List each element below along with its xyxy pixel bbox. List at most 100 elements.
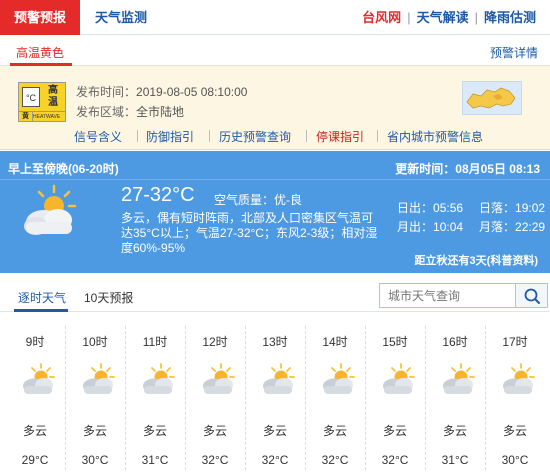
partly-cloudy-icon xyxy=(14,182,82,242)
warning-area-map-icon[interactable] xyxy=(462,81,522,115)
sunrise-value: 05:56 xyxy=(433,201,464,215)
hourly-item: 15时 多云 32°C xyxy=(365,322,425,473)
warning-icon-text: 高 温 xyxy=(43,85,63,109)
hour-weather: 多云 xyxy=(442,424,467,438)
hour-temperature: 32°C xyxy=(201,453,229,467)
partly-cloudy-icon xyxy=(377,362,417,398)
tab-ten-day[interactable]: 10天预报 xyxy=(84,289,133,306)
defense-guide-link[interactable]: 防御指引 xyxy=(146,128,194,145)
weather-analysis-link[interactable]: 天气解读 xyxy=(411,0,475,35)
partly-cloudy-icon xyxy=(197,362,237,398)
warning-detail-link[interactable]: 预警详情 xyxy=(490,44,538,61)
hourly-item: 10时多云 30°C xyxy=(65,322,125,473)
class-suspension-link[interactable]: 停课指引 xyxy=(316,128,364,145)
city-weather-search-input[interactable] xyxy=(379,283,516,308)
partly-cloudy-icon xyxy=(257,362,297,398)
warning-tab-title[interactable]: 高温黄色 xyxy=(16,44,64,61)
rainfall-estimate-link[interactable]: 降雨估测 xyxy=(478,0,542,35)
hour-temperature: 32°C xyxy=(321,453,349,467)
hour-temperature: 30°C xyxy=(501,453,529,467)
hourly-item: 12时多云 32°C xyxy=(185,322,245,473)
hour-time: 16时 xyxy=(442,335,468,349)
partly-cloudy-icon xyxy=(137,362,177,398)
warning-links: 信号含义 防御指引 历史预警查询 停课指引 省内城市预警信息 xyxy=(0,128,550,148)
hour-temperature: 31°C xyxy=(441,453,469,467)
solar-term-countdown-link[interactable]: 距立秋还有3天(科普资料) xyxy=(415,252,538,268)
search-icon xyxy=(524,288,540,304)
hourly-item: 16时多云 31°C xyxy=(425,322,485,473)
hour-time: 12时 xyxy=(202,335,228,349)
current-weather-panel: 早上至傍晚(06-20时) 更新时间：08月05日 08:13 27-32°C … xyxy=(0,151,550,273)
divider xyxy=(209,130,210,142)
warning-icon-char: 高 xyxy=(48,85,58,96)
publish-area-value: 全市陆地 xyxy=(136,105,185,119)
tab-weather-monitor[interactable]: 天气监测 xyxy=(95,0,147,35)
warning-icon-char: 温 xyxy=(48,97,58,108)
partly-cloudy-icon xyxy=(17,362,57,398)
active-tab-underline xyxy=(14,309,68,312)
hour-time: 14时 xyxy=(322,335,348,349)
partly-cloudy-icon xyxy=(497,362,537,398)
air-quality: 空气质量：优-良 xyxy=(214,193,302,207)
temperature-range: 27-32°C xyxy=(121,184,195,206)
publish-time-value: 2019-08-05 08:10:00 xyxy=(136,85,248,99)
divider xyxy=(306,130,307,142)
typhoon-link[interactable]: 台风网 xyxy=(356,0,407,35)
tab-hourly[interactable]: 逐时天气 xyxy=(18,289,66,306)
thermometer-icon: °C xyxy=(22,87,40,107)
search-button[interactable] xyxy=(515,283,548,308)
partly-cloudy-icon xyxy=(437,362,477,398)
hour-weather: 多云 xyxy=(82,424,107,438)
moonset-value: 22:29 xyxy=(515,220,546,234)
publish-time-label: 发布时间： xyxy=(76,85,137,99)
update-time: 更新时间：08月05日 08:13 xyxy=(395,162,540,176)
hour-weather: 多云 xyxy=(502,424,527,438)
warning-icon-bottom: 黄 HEATWAVE xyxy=(19,111,65,122)
divider xyxy=(0,179,550,180)
history-warning-link[interactable]: 历史预警查询 xyxy=(219,128,291,145)
divider xyxy=(377,130,378,142)
forecast-period: 早上至傍晚(06-20时) xyxy=(8,162,119,176)
warning-header: 高温黄色 预警详情 xyxy=(0,36,550,66)
hour-temperature: 29°C xyxy=(21,453,49,467)
hourly-forecast: 9时 多云 29°C 10时 多云 30°C 11时 多云 31°C 12时 多云 32°C 13时 多云… xyxy=(0,322,550,473)
hour-time: 15时 xyxy=(382,335,408,349)
moonset-label: 月落： xyxy=(479,220,516,234)
hourly-item: 9时多云 29°C xyxy=(5,322,65,473)
hour-temperature: 32°C xyxy=(261,453,289,467)
hour-weather: 多云 xyxy=(262,424,287,438)
hour-time: 17时 xyxy=(502,335,528,349)
hour-time: 9时 xyxy=(25,335,45,349)
hour-temperature: 30°C xyxy=(81,453,109,467)
hourly-item: 17时多云 30°C xyxy=(485,322,545,473)
moonrise-label: 月出： xyxy=(397,220,434,234)
hour-weather: 多云 xyxy=(322,424,347,438)
province-city-warning-link[interactable]: 省内城市预警信息 xyxy=(387,128,483,145)
hour-weather: 多云 xyxy=(382,424,407,438)
hour-time: 13时 xyxy=(262,335,288,349)
hour-weather: 多云 xyxy=(202,424,227,438)
warning-panel: 高温黄色 预警详情 °C 高 温 黄 HEATWAVE 发布时间：2019-08-… xyxy=(0,36,550,150)
hour-time: 10时 xyxy=(82,335,108,349)
hourly-item: 11时 多云 31°C xyxy=(125,322,185,473)
hour-weather: 多云 xyxy=(142,424,167,438)
signal-meaning-link[interactable]: 信号含义 xyxy=(74,128,122,145)
divider xyxy=(137,130,138,142)
warning-icon-top: °C 高 温 xyxy=(19,83,65,111)
hourly-item: 13时多云 32°C xyxy=(245,322,305,473)
warning-level-char: 黄 xyxy=(19,112,33,122)
weather-description: 多云，偶有短时阵雨，北部及人口密集区气温可达35°C以上；气温27-32°C；东… xyxy=(121,211,378,255)
top-nav: 预警预报 天气监测 台风网 | 天气解读 | 降雨估测 xyxy=(0,0,550,35)
top-links: 台风网 | 天气解读 | 降雨估测 xyxy=(356,0,542,35)
hour-temperature: 31°C xyxy=(141,453,169,467)
warning-meta: 发布时间：2019-08-05 08:10:00 发布区域：全市陆地 xyxy=(76,82,247,122)
publish-area-label: 发布区域： xyxy=(76,105,137,119)
high-temp-yellow-warning-icon[interactable]: °C 高 温 黄 HEATWAVE xyxy=(18,82,66,122)
partly-cloudy-icon xyxy=(317,362,357,398)
tab-warning-forecast[interactable]: 预警预报 xyxy=(0,0,80,35)
sun-moon-times: 日出：05:56 日落：19:02 月出：10:04 月落：22:29 xyxy=(397,199,547,237)
sunrise-label: 日出： xyxy=(397,201,434,215)
warning-english-label: HEATWAVE xyxy=(33,114,61,120)
partly-cloudy-icon xyxy=(77,362,117,398)
hour-weather: 多云 xyxy=(22,424,47,438)
